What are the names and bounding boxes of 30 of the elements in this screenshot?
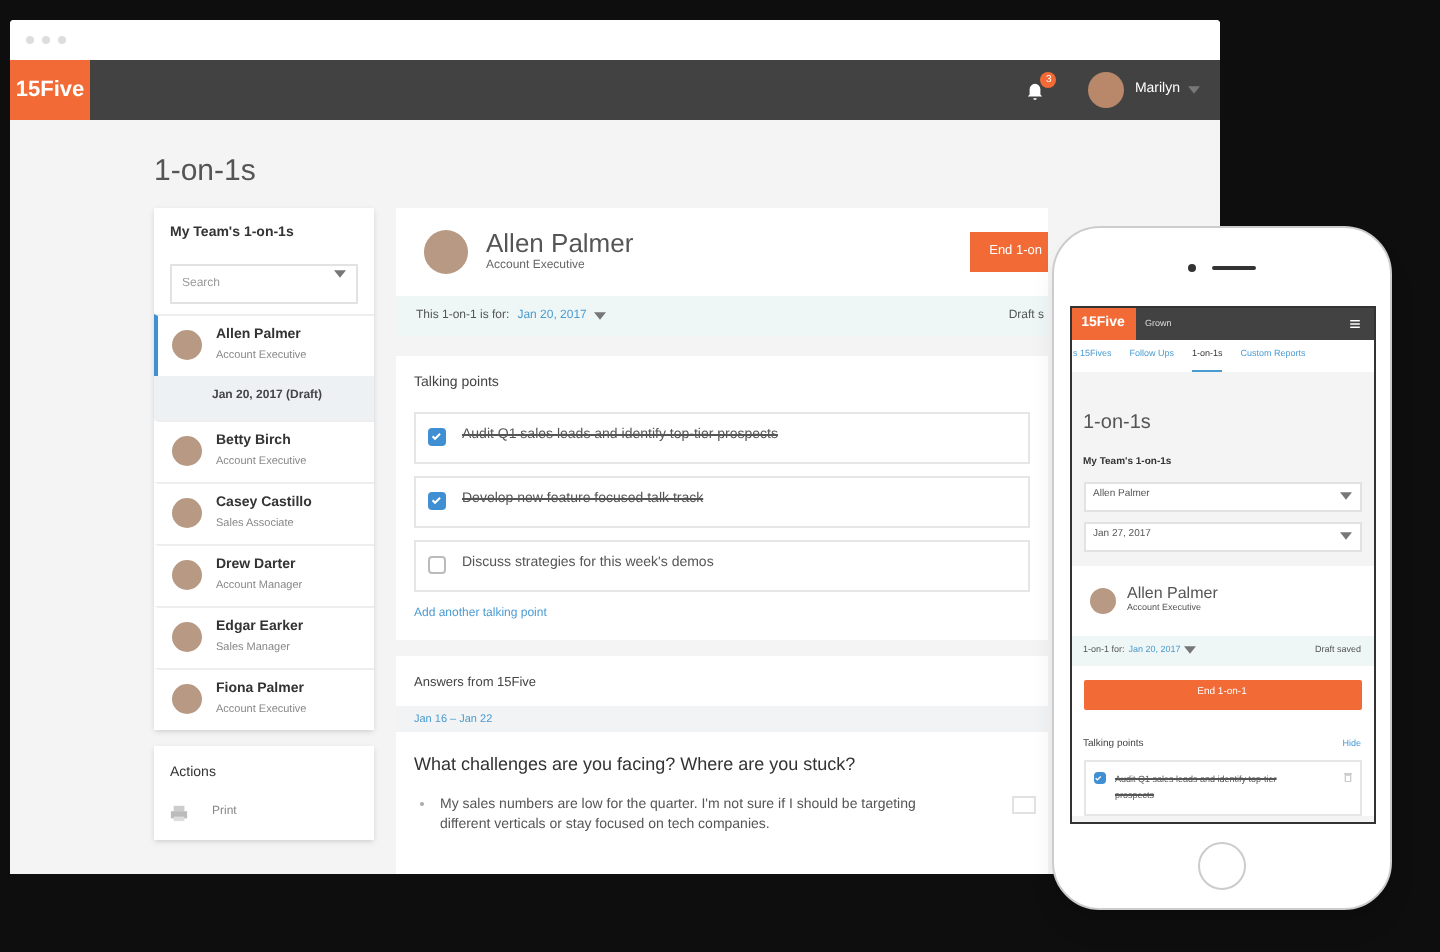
question: What challenges are you facing? Where are you stuck? <box>412 752 858 779</box>
bell-icon[interactable] <box>1026 81 1045 99</box>
avatar <box>172 498 202 528</box>
avatar <box>172 622 202 652</box>
trash-icon[interactable] <box>1343 772 1351 782</box>
profile-name: Allen Palmer <box>486 228 634 258</box>
menu-icon[interactable] <box>1349 320 1359 328</box>
avatar <box>172 560 202 590</box>
avatar <box>172 436 202 466</box>
checkbox[interactable] <box>428 556 446 574</box>
avatar <box>424 230 468 274</box>
caret-icon <box>1184 646 1197 654</box>
caret-icon <box>594 312 607 320</box>
avatar <box>172 330 202 360</box>
avatar <box>172 684 202 714</box>
dropdown-caret-icon <box>1188 86 1200 94</box>
comment-button[interactable] <box>1012 795 1036 814</box>
avatar <box>1089 587 1115 613</box>
user-avatar[interactable] <box>1088 72 1125 108</box>
caret-icon <box>1339 492 1351 500</box>
checkbox[interactable] <box>428 428 446 446</box>
checkbox[interactable] <box>428 492 446 510</box>
phone-camera-icon <box>1188 263 1196 271</box>
caret-icon <box>334 269 346 277</box>
caret-icon <box>1339 532 1351 540</box>
phone-profile-name: Allen Palmer <box>1127 584 1218 603</box>
page-title: 1-on-1s <box>154 154 258 190</box>
home-button[interactable] <box>1198 842 1246 890</box>
phone-title: 1-on-1s <box>1083 410 1153 438</box>
printer-icon[interactable] <box>170 804 188 822</box>
